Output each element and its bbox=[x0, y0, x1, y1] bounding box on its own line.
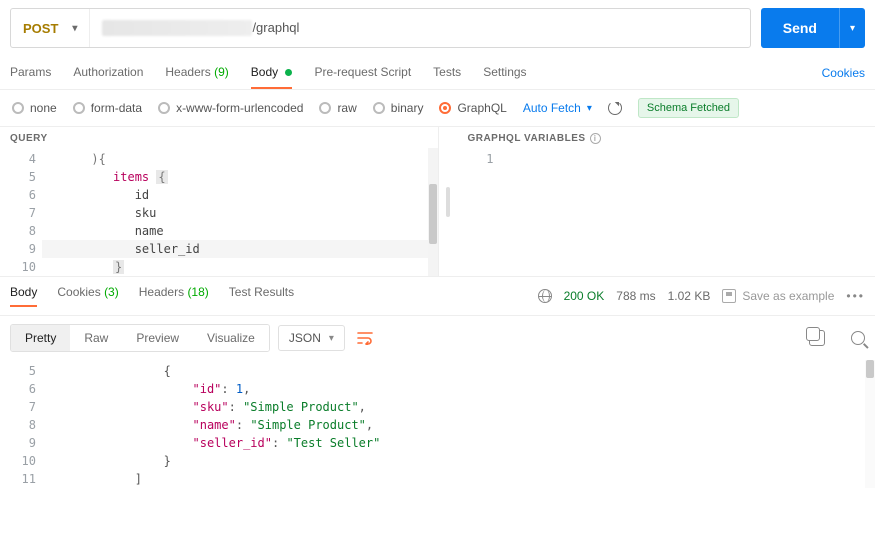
tab-prerequest[interactable]: Pre-request Script bbox=[314, 57, 411, 89]
tab-headers-count: (9) bbox=[214, 65, 229, 79]
tab-headers[interactable]: Headers (9) bbox=[165, 57, 228, 89]
tab-authorization[interactable]: Authorization bbox=[73, 57, 143, 89]
more-icon[interactable]: ••• bbox=[846, 289, 865, 303]
save-as-example-button[interactable]: Save as example bbox=[722, 289, 834, 303]
body-type-form-data[interactable]: form-data bbox=[73, 101, 142, 115]
variables-editor[interactable]: 1 bbox=[457, 148, 875, 276]
resp-headers-count: (18) bbox=[187, 285, 208, 299]
view-raw-button[interactable]: Raw bbox=[70, 325, 122, 351]
resp-time: 788 ms bbox=[616, 289, 655, 303]
radio-icon bbox=[319, 102, 331, 114]
radio-icon bbox=[158, 102, 170, 114]
chevron-down-icon: ▾ bbox=[72, 23, 77, 34]
body-type-urlencoded[interactable]: x-www-form-urlencoded bbox=[158, 101, 303, 115]
resp-tab-cookies[interactable]: Cookies (3) bbox=[57, 285, 118, 307]
schema-status-badge: Schema Fetched bbox=[638, 98, 739, 118]
send-dropdown-button[interactable]: ▾ bbox=[839, 8, 865, 48]
query-code[interactable]: ){ items { id sku name seller_id } } bbox=[42, 148, 438, 276]
resp-view-mode: Pretty Raw Preview Visualize bbox=[10, 324, 270, 352]
response-scrollbar[interactable] bbox=[865, 360, 875, 488]
send-button[interactable]: Send bbox=[761, 8, 839, 48]
grip-icon bbox=[446, 187, 450, 217]
radio-icon bbox=[439, 102, 451, 114]
tab-headers-label: Headers bbox=[165, 65, 210, 79]
url-host-masked bbox=[102, 20, 252, 36]
resp-tab-test-results[interactable]: Test Results bbox=[229, 285, 294, 307]
body-type-raw[interactable]: raw bbox=[319, 101, 356, 115]
resp-tab-headers[interactable]: Headers (18) bbox=[139, 285, 209, 307]
editor-splitter[interactable] bbox=[439, 127, 457, 276]
query-scrollbar[interactable] bbox=[428, 148, 438, 276]
tab-params[interactable]: Params bbox=[10, 57, 51, 89]
tab-body[interactable]: Body bbox=[251, 57, 293, 89]
copy-icon[interactable] bbox=[809, 330, 825, 346]
info-icon[interactable]: i bbox=[590, 133, 601, 144]
refresh-schema-icon[interactable] bbox=[608, 101, 622, 115]
view-preview-button[interactable]: Preview bbox=[122, 325, 193, 351]
scrollbar-thumb[interactable] bbox=[429, 184, 437, 244]
auto-fetch-dropdown[interactable]: Auto Fetch ▾ bbox=[523, 101, 592, 115]
resp-status: 200 OK bbox=[564, 289, 605, 303]
view-pretty-button[interactable]: Pretty bbox=[11, 325, 70, 351]
url-input[interactable]: /graphql bbox=[90, 20, 311, 37]
wrap-lines-icon[interactable] bbox=[353, 326, 377, 350]
resp-tab-body[interactable]: Body bbox=[10, 285, 37, 307]
cookies-link[interactable]: Cookies bbox=[822, 66, 865, 80]
http-method-select[interactable]: POST ▾ bbox=[11, 9, 90, 47]
variables-code[interactable] bbox=[499, 148, 875, 276]
tab-body-label: Body bbox=[251, 65, 278, 79]
resp-cookies-count: (3) bbox=[104, 285, 119, 299]
resp-format-select[interactable]: JSON ▾ bbox=[278, 325, 345, 351]
query-gutter: 4567891011 bbox=[0, 148, 42, 276]
response-code: { "id": 1, "sku": "Simple Product", "nam… bbox=[42, 360, 875, 488]
modified-dot-icon bbox=[285, 69, 292, 76]
query-editor-title: QUERY bbox=[0, 127, 438, 148]
save-icon bbox=[722, 289, 736, 303]
radio-icon bbox=[73, 102, 85, 114]
variables-editor-title: GRAPHQL VARIABLES bbox=[467, 133, 585, 144]
response-gutter: 567891011 bbox=[0, 360, 42, 488]
chevron-down-icon: ▾ bbox=[587, 103, 592, 114]
url-path: /graphql bbox=[252, 20, 299, 35]
chevron-down-icon: ▾ bbox=[850, 23, 855, 34]
body-type-none[interactable]: none bbox=[12, 101, 57, 115]
url-bar[interactable]: POST ▾ /graphql bbox=[10, 8, 751, 48]
chevron-down-icon: ▾ bbox=[329, 333, 334, 344]
view-visualize-button[interactable]: Visualize bbox=[193, 325, 269, 351]
radio-icon bbox=[12, 102, 24, 114]
search-icon[interactable] bbox=[851, 331, 865, 345]
body-type-binary[interactable]: binary bbox=[373, 101, 424, 115]
body-type-graphql[interactable]: GraphQL bbox=[439, 101, 506, 115]
resp-size: 1.02 KB bbox=[668, 289, 711, 303]
variables-gutter: 1 bbox=[457, 148, 499, 276]
globe-icon[interactable] bbox=[538, 289, 552, 303]
response-body-viewer[interactable]: 567891011 { "id": 1, "sku": "Simple Prod… bbox=[0, 360, 875, 488]
scrollbar-thumb[interactable] bbox=[866, 360, 874, 378]
radio-icon bbox=[373, 102, 385, 114]
tab-settings[interactable]: Settings bbox=[483, 57, 526, 89]
query-editor[interactable]: 4567891011 ){ items { id sku name seller… bbox=[0, 148, 438, 276]
tab-tests[interactable]: Tests bbox=[433, 57, 461, 89]
http-method-label: POST bbox=[23, 21, 58, 36]
